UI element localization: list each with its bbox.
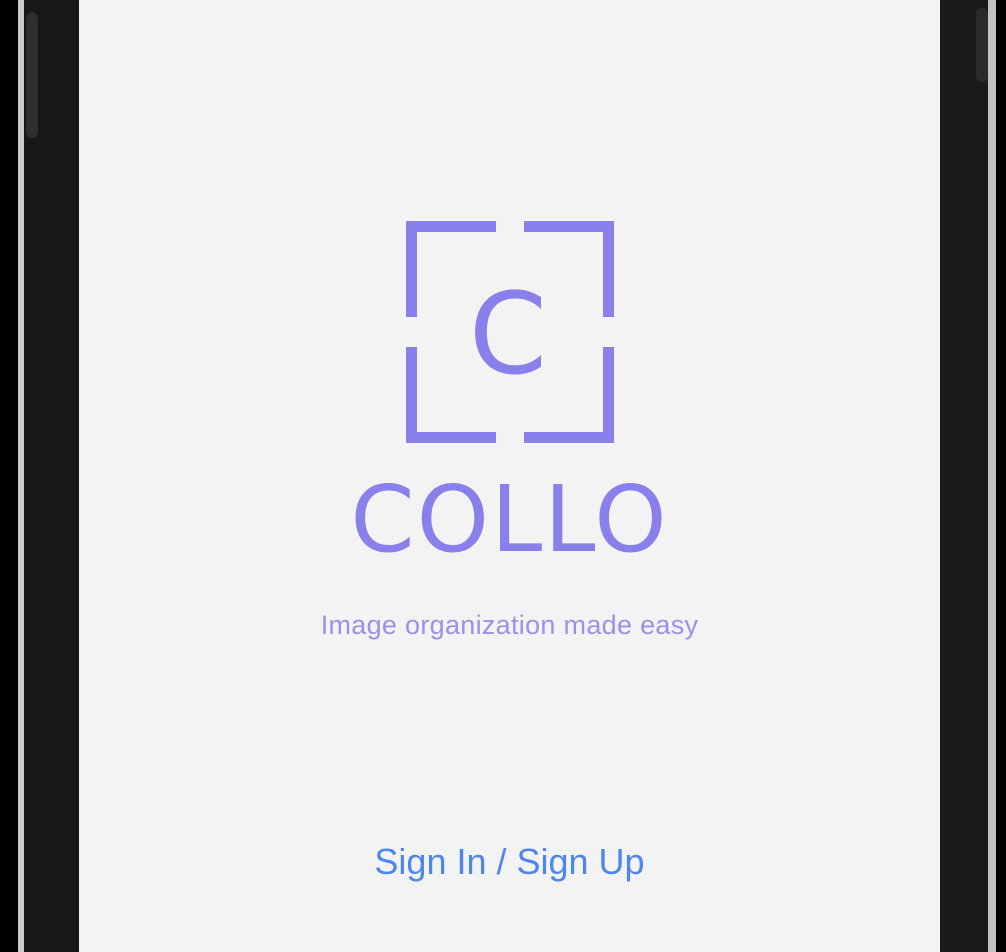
device-viewport: C COLLO Image organization made easy Sig… — [0, 0, 1006, 952]
device-frame-left — [24, 0, 80, 952]
sign-in-sign-up-button[interactable]: Sign In / Sign Up — [79, 840, 940, 884]
bracket-frame-c-logo-icon: C — [406, 221, 614, 443]
device-side-button-left — [26, 12, 38, 138]
app-tagline: Image organization made easy — [320, 610, 699, 640]
logo-letter: C — [469, 270, 547, 400]
app-name: COLLO — [350, 466, 669, 573]
device-frame-right — [940, 0, 988, 952]
device-side-button-right — [976, 8, 988, 82]
splash-screen: C COLLO Image organization made easy Sig… — [79, 0, 940, 952]
